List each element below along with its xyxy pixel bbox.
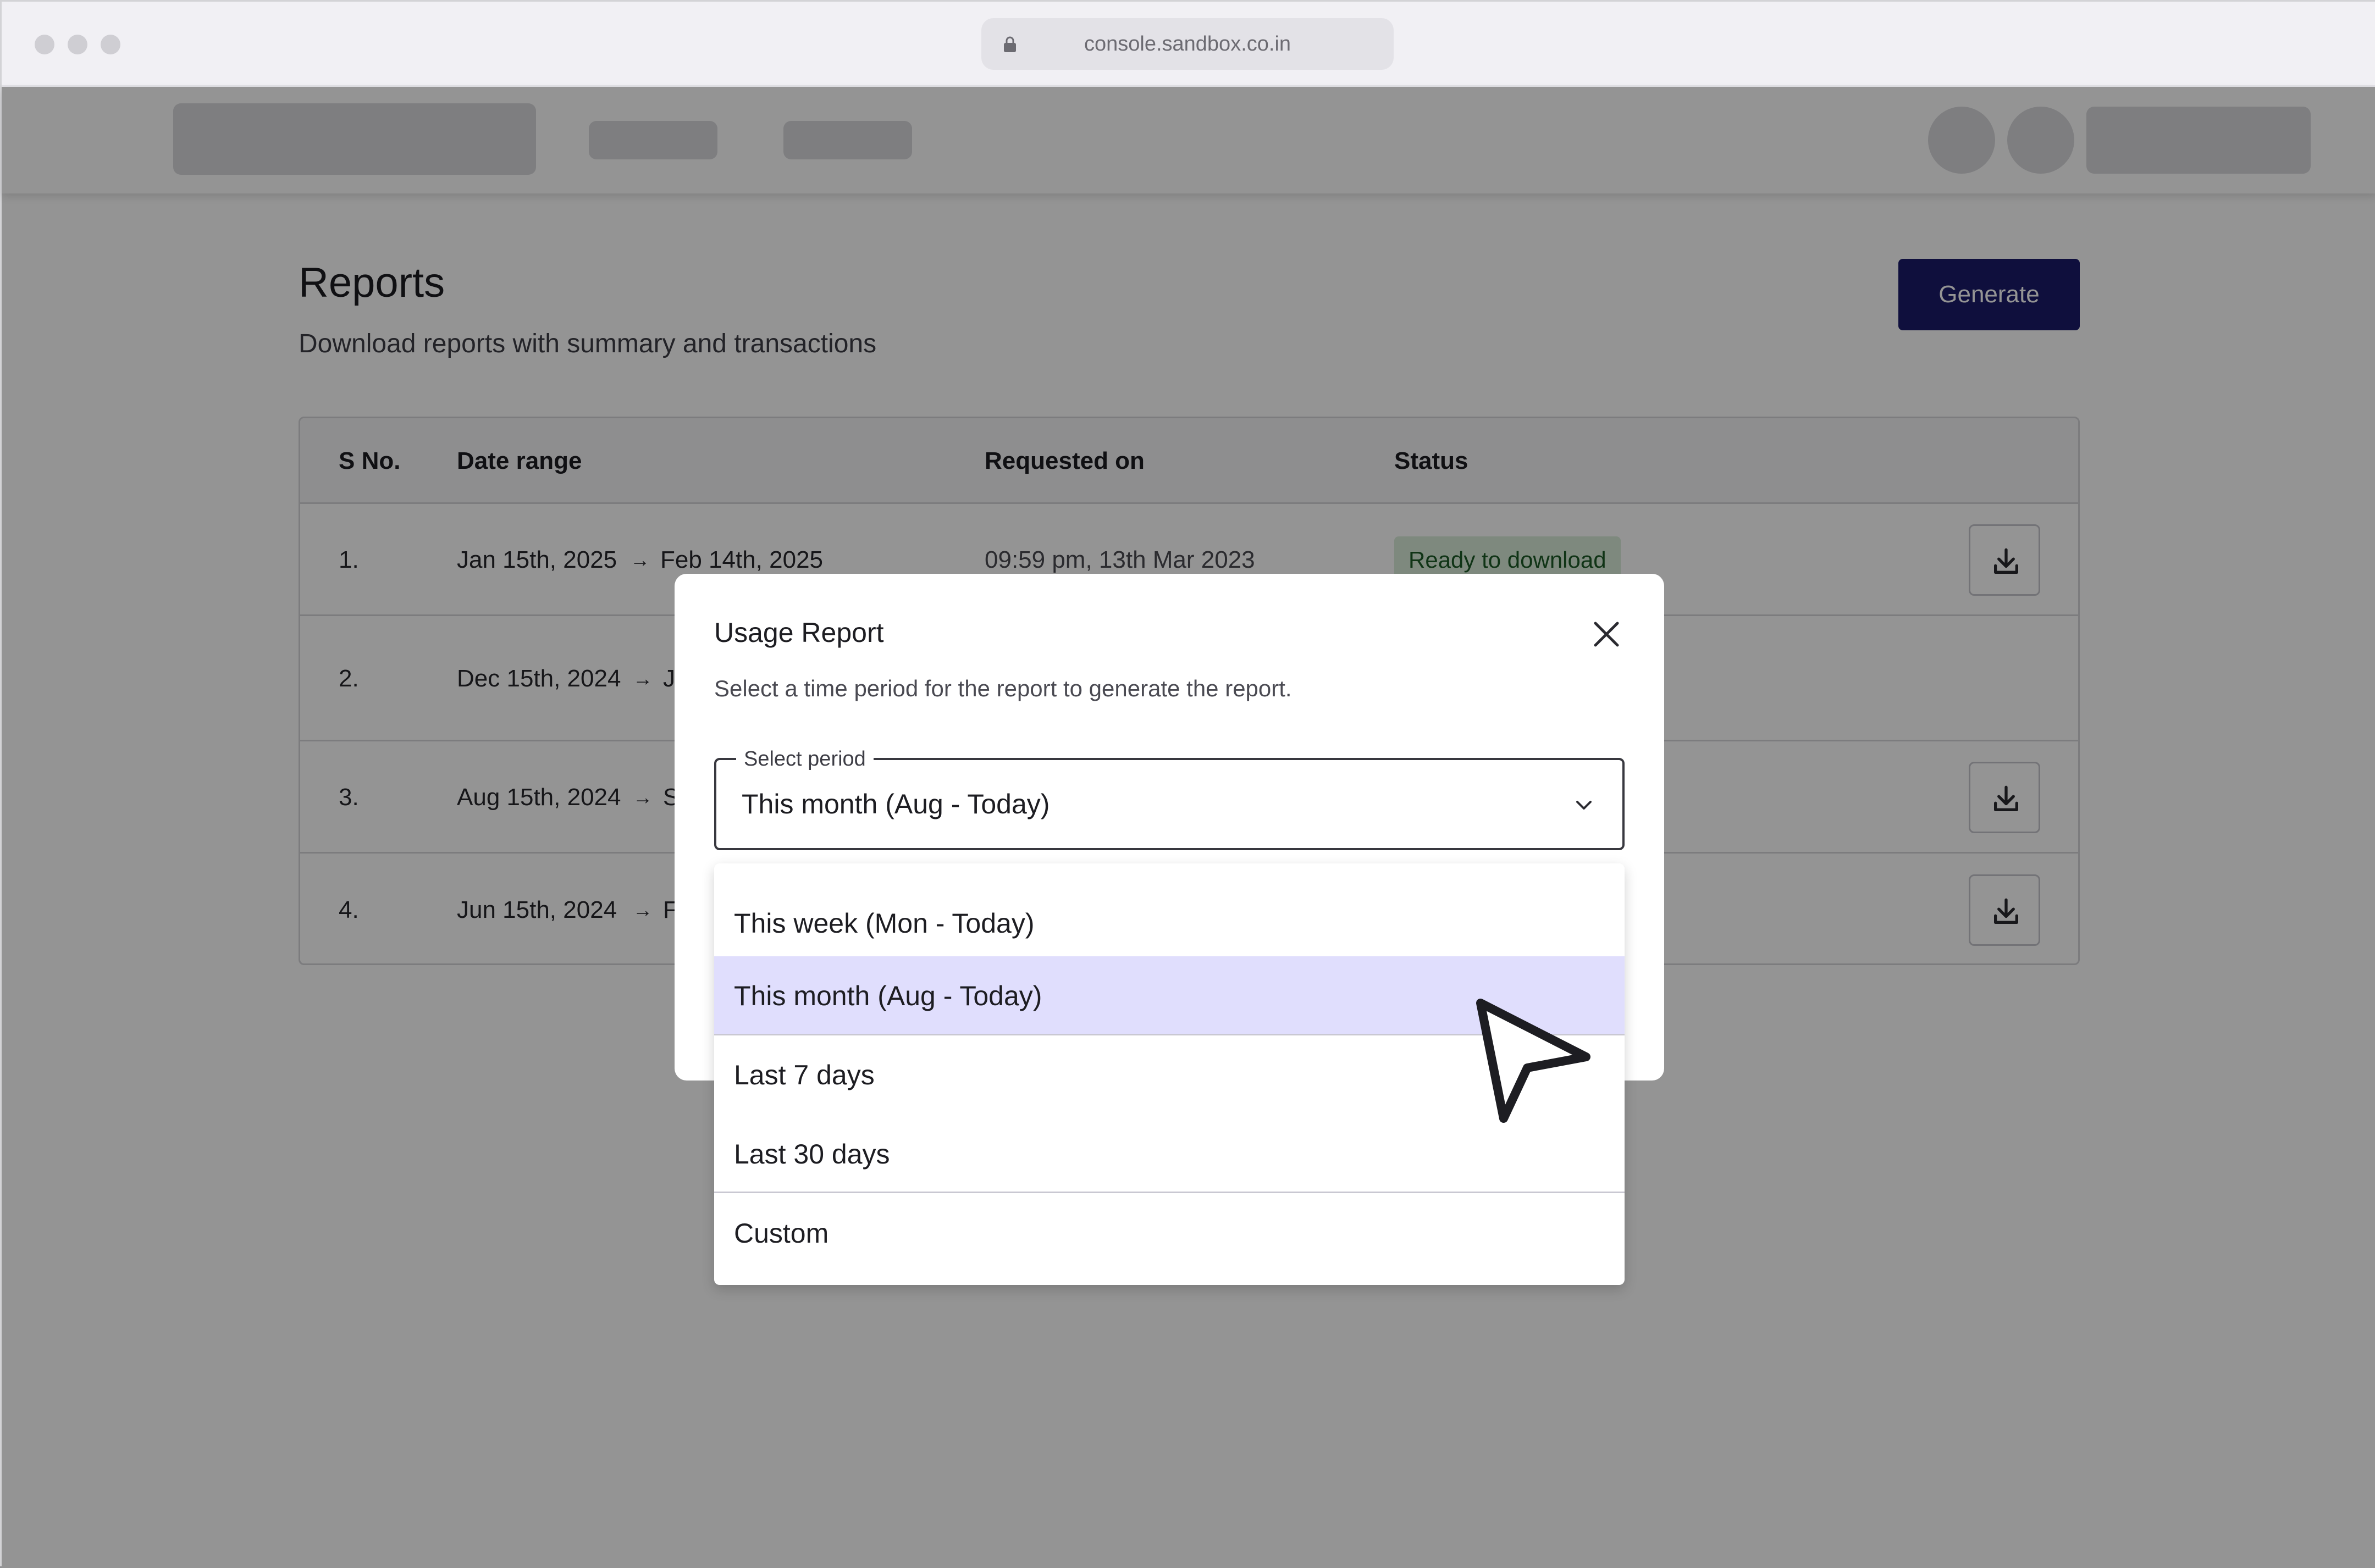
option-this-week[interactable]: This week (Mon - Today) bbox=[714, 884, 1625, 963]
dialog-description: Select a time period for the report to g… bbox=[714, 675, 1292, 701]
close-button[interactable] bbox=[1584, 612, 1628, 656]
chevron-down-icon bbox=[1576, 801, 1592, 810]
menu-divider bbox=[714, 1192, 1625, 1193]
browser-chrome: console.sandbox.co.in bbox=[2, 2, 2375, 87]
option-custom[interactable]: Custom bbox=[714, 1194, 1625, 1273]
dialog-title: Usage Report bbox=[714, 617, 884, 648]
close-icon bbox=[1594, 622, 1619, 647]
window-close-dot[interactable] bbox=[35, 35, 54, 54]
cursor-arrow-icon bbox=[1476, 999, 1590, 1123]
browser-window: console.sandbox.co.in Reports Download r… bbox=[0, 0, 2375, 1568]
window-minimize-dot[interactable] bbox=[68, 35, 87, 54]
period-select[interactable]: Select period This month (Aug - Today) bbox=[714, 746, 1625, 850]
address-url: console.sandbox.co.in bbox=[1084, 32, 1291, 56]
window-maximize-dot[interactable] bbox=[101, 35, 120, 54]
select-value: This month (Aug - Today) bbox=[742, 789, 1050, 819]
address-bar[interactable]: console.sandbox.co.in bbox=[981, 18, 1394, 70]
